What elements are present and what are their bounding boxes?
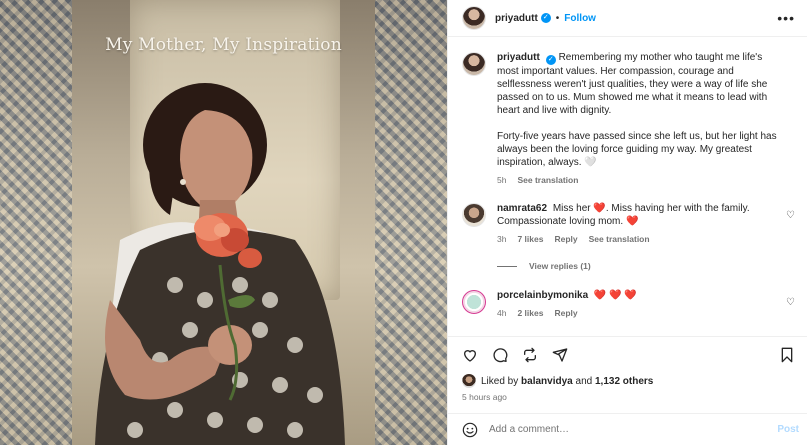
liker-avatar[interactable]: [462, 374, 476, 388]
woman-with-rose-illustration: [95, 83, 345, 445]
follow-button[interactable]: Follow: [564, 13, 596, 24]
verified-icon: ✓: [545, 55, 556, 65]
action-icons: [462, 337, 795, 373]
likes-summary: Liked by balanvidya and 1,132 others: [462, 373, 795, 389]
caption-time: 5h: [497, 175, 507, 185]
instagram-post: My Mother, My Inspiration priyadutt ✓ • …: [0, 0, 807, 445]
share-icon[interactable]: [552, 347, 568, 363]
post-comment-button[interactable]: Post: [777, 424, 799, 435]
author-avatar[interactable]: [462, 6, 486, 30]
see-translation-link[interactable]: See translation: [517, 174, 578, 187]
reply-button[interactable]: Reply: [554, 307, 577, 320]
comment-body: namrata62 Miss her ❤️. Miss having her w…: [497, 202, 795, 246]
comment-time: 4h: [497, 308, 507, 318]
caption-username[interactable]: priyadutt: [497, 52, 540, 63]
liker-username[interactable]: balanvidya: [521, 376, 573, 387]
caption-body: priyadutt ✓ Remembering my mother who tau…: [497, 51, 795, 187]
like-comment-heart-icon[interactable]: ♡: [786, 297, 795, 308]
add-comment-input[interactable]: [489, 424, 778, 435]
see-translation-link[interactable]: See translation: [589, 233, 650, 246]
red-heart-icon: ❤️: [625, 216, 639, 227]
white-heart-icon: 🤍: [584, 157, 597, 168]
heart-icon[interactable]: [462, 347, 478, 363]
comment-icon[interactable]: [492, 347, 508, 363]
replies-line: [497, 265, 517, 267]
comment-likes[interactable]: 7 likes: [517, 233, 543, 246]
comment: porcelainbymonika ❤️ ❤️ ❤️ 4h 2 likes Re…: [462, 289, 795, 320]
likes-connector: and: [575, 375, 593, 387]
more-options-icon[interactable]: •••: [777, 10, 795, 26]
comments-section: priyadutt ✓ Remembering my mother who tau…: [448, 37, 807, 336]
comment-username[interactable]: porcelainbymonika: [497, 290, 588, 301]
comment-time: 3h: [497, 234, 507, 244]
commenter-avatar[interactable]: [462, 290, 486, 314]
post-side-panel: priyadutt ✓ • Follow ••• priyadutt ✓ Reme…: [447, 0, 807, 445]
author-username[interactable]: priyadutt: [495, 13, 538, 24]
post-timestamp: 5 hours ago: [462, 392, 507, 402]
post-header: priyadutt ✓ • Follow •••: [448, 0, 807, 37]
separator-dot: •: [555, 12, 560, 24]
caption: priyadutt ✓ Remembering my mother who tau…: [462, 51, 795, 187]
caption-avatar[interactable]: [462, 52, 486, 76]
reply-button[interactable]: Reply: [554, 233, 577, 246]
post-image[interactable]: My Mother, My Inspiration: [0, 0, 447, 445]
comment-likes[interactable]: 2 likes: [517, 307, 543, 320]
post-actions: Liked by balanvidya and 1,132 others 5 h…: [448, 336, 807, 413]
comment: namrata62 Miss her ❤️. Miss having her w…: [462, 202, 795, 246]
comment-text: ❤️ ❤️ ❤️: [593, 290, 637, 301]
add-comment-bar: Post: [448, 413, 807, 445]
comment-meta: 4h 2 likes Reply: [497, 307, 781, 320]
comment-username[interactable]: namrata62: [497, 203, 547, 214]
comment-meta: 3h 7 likes Reply See translation: [497, 233, 781, 246]
emoji-icon[interactable]: [462, 422, 478, 438]
repost-icon[interactable]: [522, 347, 538, 363]
likes-prefix: Liked by: [481, 375, 519, 387]
caption-meta: 5h See translation: [497, 174, 781, 187]
view-replies-label: View replies (1): [529, 261, 591, 271]
comment-body: porcelainbymonika ❤️ ❤️ ❤️ 4h 2 likes Re…: [497, 289, 795, 320]
like-comment-heart-icon[interactable]: ♡: [786, 210, 795, 221]
likes-others[interactable]: 1,132 others: [595, 376, 653, 387]
photo-overlay-title: My Mother, My Inspiration: [105, 35, 342, 55]
bookmark-icon[interactable]: [779, 347, 795, 363]
verified-icon: ✓: [540, 13, 551, 23]
view-replies-button[interactable]: View replies (1): [497, 261, 795, 271]
red-heart-icon: ❤️: [593, 203, 606, 214]
caption-text-2: Forty-five years have passed since she l…: [497, 131, 777, 168]
comment-text-a: Miss her: [552, 203, 591, 214]
commenter-avatar[interactable]: [462, 203, 486, 227]
